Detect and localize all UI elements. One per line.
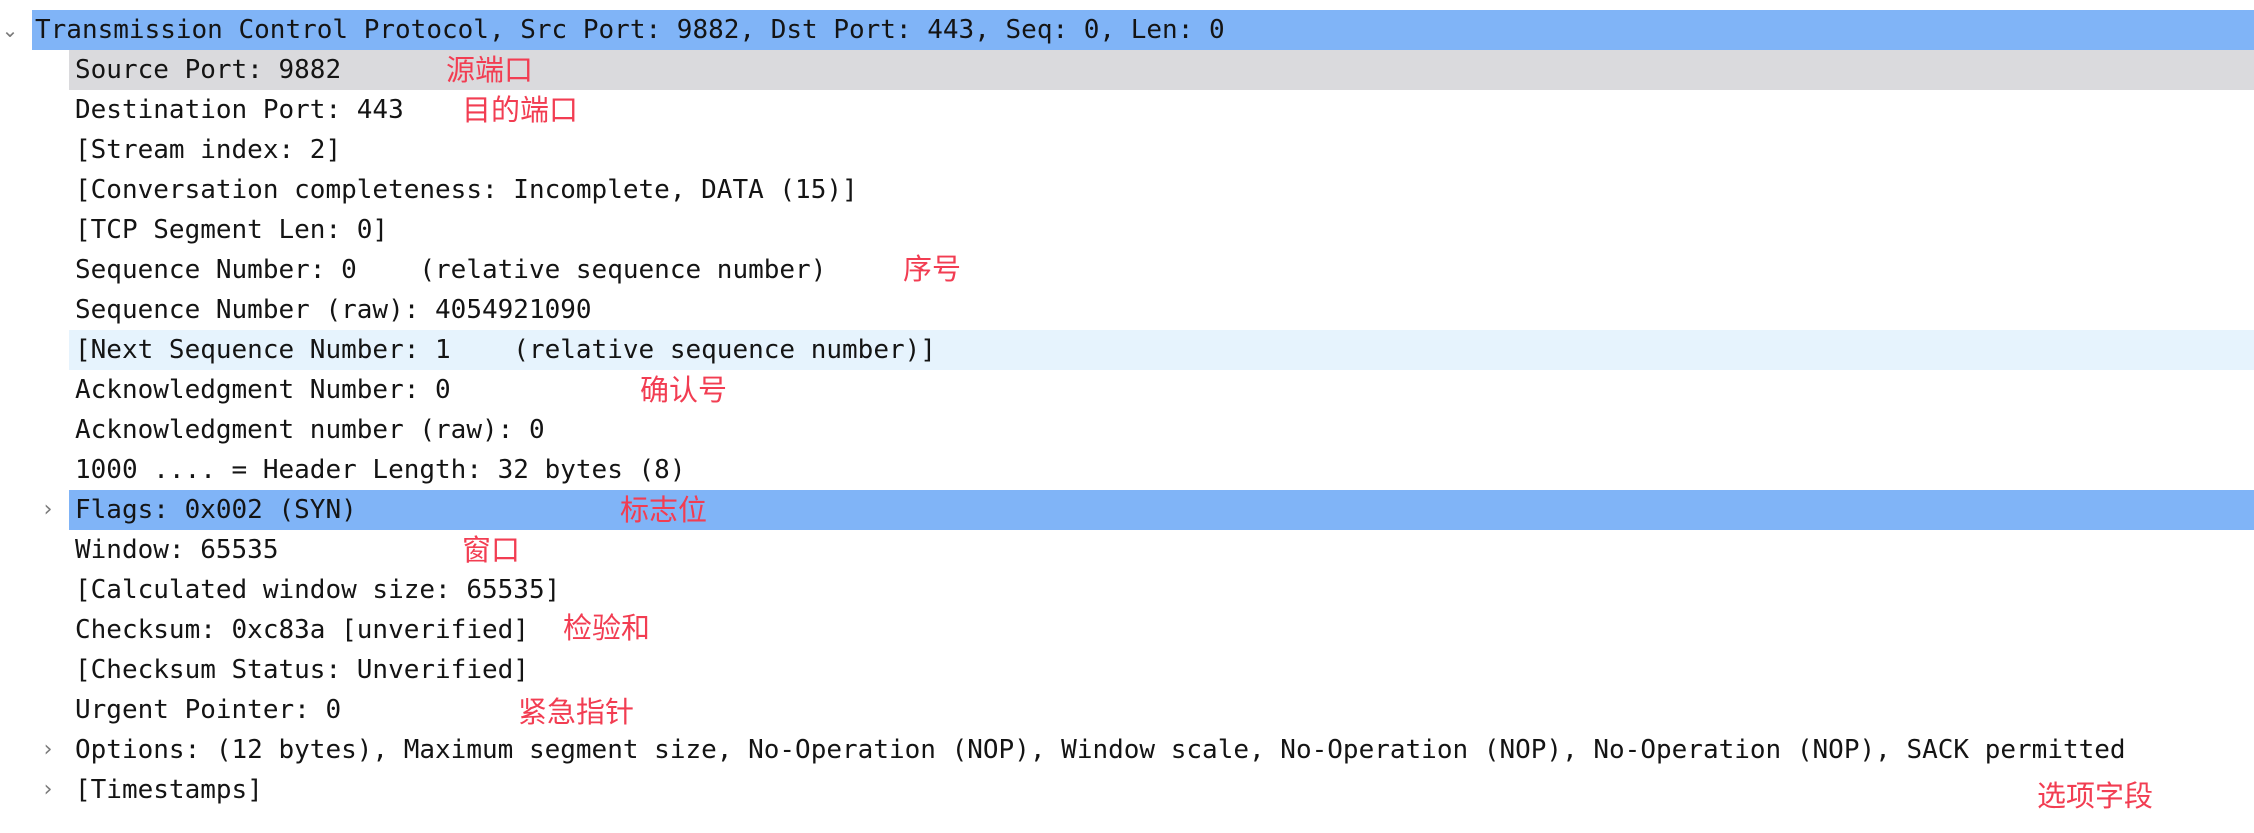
field-checksum-status[interactable]: [Checksum Status: Unverified]: [0, 650, 2254, 690]
field-text: Options: (12 bytes), Maximum segment siz…: [75, 735, 2126, 765]
annotation-options: 选项字段: [2037, 779, 2154, 813]
field-header-length[interactable]: 1000 .... = Header Length: 32 bytes (8): [0, 450, 2254, 490]
annotation-urgent-pointer: 紧急指针: [518, 695, 635, 729]
field-acknowledgment-number-raw[interactable]: Acknowledgment number (raw): 0: [0, 410, 2254, 450]
field-acknowledgment-number[interactable]: Acknowledgment Number: 0: [0, 370, 2254, 410]
chevron-right-icon[interactable]: ›: [38, 770, 58, 810]
chevron-right-icon[interactable]: ›: [38, 730, 58, 770]
field-sequence-number[interactable]: Sequence Number: 0 (relative sequence nu…: [0, 250, 2254, 290]
field-checksum[interactable]: Checksum: 0xc83a [unverified]: [0, 610, 2254, 650]
packet-details-tree: ⌄ Transmission Control Protocol, Src Por…: [0, 10, 2254, 810]
field-text: Source Port: 9882: [75, 55, 342, 85]
annotation-ack-number: 确认号: [640, 373, 728, 407]
chevron-right-icon[interactable]: ›: [38, 490, 58, 530]
field-window[interactable]: Window: 65535: [0, 530, 2254, 570]
field-text: [Timestamps]: [75, 775, 263, 805]
field-text: Acknowledgment Number: 0: [75, 375, 451, 405]
field-next-sequence-number[interactable]: [Next Sequence Number: 1 (relative seque…: [0, 330, 2254, 370]
field-text: [Checksum Status: Unverified]: [75, 655, 529, 685]
field-text: [Calculated window size: 65535]: [75, 575, 561, 605]
field-text: Window: 65535: [75, 535, 279, 565]
field-timestamps[interactable]: › [Timestamps]: [0, 770, 2254, 810]
field-text: [Conversation completeness: Incomplete, …: [75, 175, 858, 205]
tcp-protocol-header-row[interactable]: ⌄ Transmission Control Protocol, Src Por…: [0, 10, 2254, 50]
field-text: Destination Port: 443: [75, 95, 404, 125]
field-calculated-window-size[interactable]: [Calculated window size: 65535]: [0, 570, 2254, 610]
field-conversation-completeness[interactable]: [Conversation completeness: Incomplete, …: [0, 170, 2254, 210]
field-text: Flags: 0x002 (SYN): [75, 495, 357, 525]
field-stream-index[interactable]: [Stream index: 2]: [0, 130, 2254, 170]
annotation-source-port: 源端口: [446, 53, 534, 87]
field-text: Acknowledgment number (raw): 0: [75, 415, 545, 445]
field-destination-port[interactable]: Destination Port: 443: [0, 90, 2254, 130]
field-options[interactable]: › Options: (12 bytes), Maximum segment s…: [0, 730, 2254, 770]
annotation-sequence-number: 序号: [903, 252, 962, 286]
tcp-header-text: Transmission Control Protocol, Src Port:…: [35, 15, 1225, 45]
field-text: 1000 .... = Header Length: 32 bytes (8): [75, 455, 686, 485]
annotation-checksum: 检验和: [563, 611, 651, 645]
field-text: [Stream index: 2]: [75, 135, 342, 165]
field-sequence-number-raw[interactable]: Sequence Number (raw): 4054921090: [0, 290, 2254, 330]
field-source-port[interactable]: Source Port: 9882: [0, 50, 2254, 90]
chevron-down-icon[interactable]: ⌄: [0, 10, 20, 50]
field-tcp-segment-len[interactable]: [TCP Segment Len: 0]: [0, 210, 2254, 250]
field-urgent-pointer[interactable]: Urgent Pointer: 0: [0, 690, 2254, 730]
annotation-flags: 标志位: [620, 493, 708, 527]
field-text: Sequence Number (raw): 4054921090: [75, 295, 592, 325]
field-text: [Next Sequence Number: 1 (relative seque…: [75, 335, 936, 365]
row-highlight: [69, 490, 2254, 530]
row-highlight: [69, 50, 2254, 90]
field-flags[interactable]: › Flags: 0x002 (SYN): [0, 490, 2254, 530]
field-text: Urgent Pointer: 0: [75, 695, 342, 725]
field-text: [TCP Segment Len: 0]: [75, 215, 389, 245]
annotation-window: 窗口: [462, 533, 521, 567]
annotation-destination-port: 目的端口: [462, 93, 579, 127]
field-text: Sequence Number: 0 (relative sequence nu…: [75, 255, 827, 285]
field-text: Checksum: 0xc83a [unverified]: [75, 615, 529, 645]
